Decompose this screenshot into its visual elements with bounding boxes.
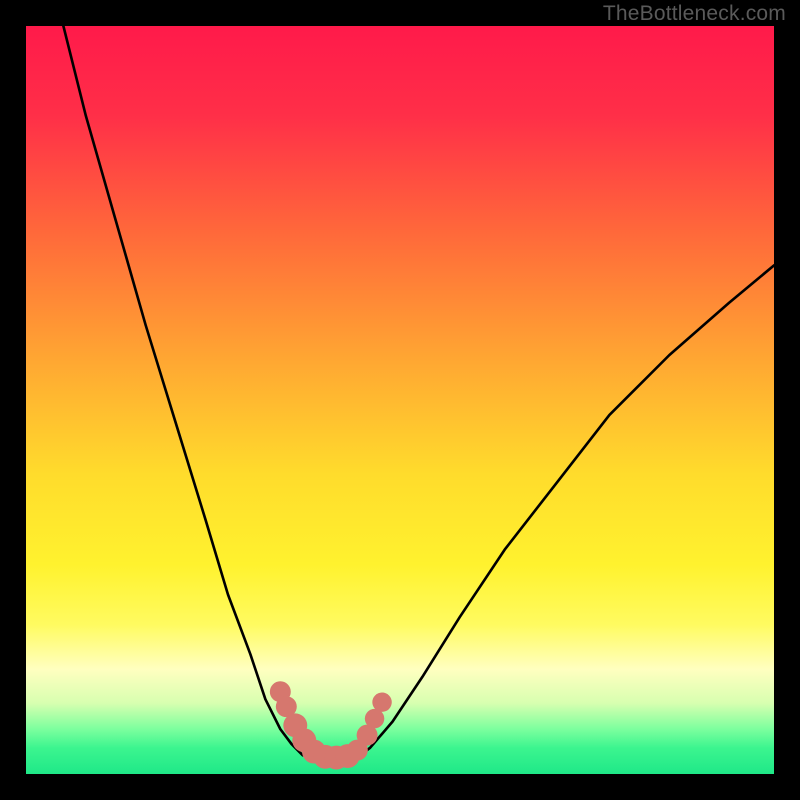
chart-frame [26,26,774,774]
background-gradient [26,26,774,774]
watermark-text: TheBottleneck.com [603,2,786,26]
